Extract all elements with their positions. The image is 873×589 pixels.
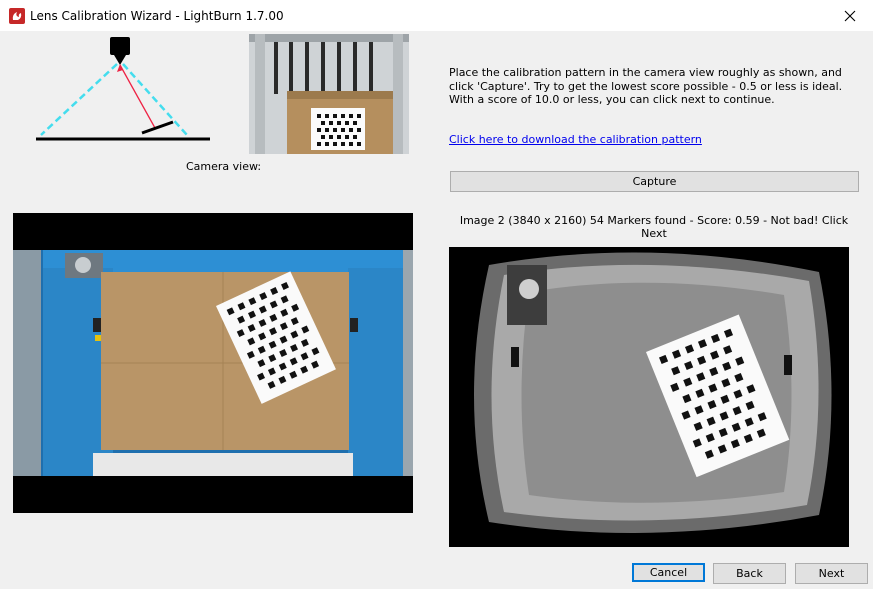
window-title: Lens Calibration Wizard - LightBurn 1.7.… bbox=[30, 9, 284, 23]
capture-button[interactable]: Capture bbox=[450, 171, 859, 192]
cancel-button[interactable]: Cancel bbox=[632, 563, 705, 582]
camera-view-label: Camera view: bbox=[186, 160, 262, 173]
sample-placement-photo bbox=[249, 34, 409, 154]
calibration-status: Image 2 (3840 x 2160) 54 Markers found -… bbox=[459, 214, 849, 240]
camera-icon bbox=[110, 37, 130, 55]
title-bar: Lens Calibration Wizard - LightBurn 1.7.… bbox=[0, 0, 873, 31]
calibration-diagram bbox=[36, 37, 210, 141]
captured-image-view bbox=[449, 247, 849, 547]
download-pattern-link[interactable]: Click here to download the calibration p… bbox=[449, 133, 702, 146]
captured-fisheye-image bbox=[449, 247, 849, 547]
lightburn-logo-icon bbox=[9, 8, 25, 24]
instructions-text: Place the calibration pattern in the cam… bbox=[449, 66, 843, 106]
camera-view bbox=[13, 213, 413, 513]
close-icon bbox=[844, 10, 856, 21]
next-button[interactable]: Next bbox=[795, 563, 868, 584]
close-button[interactable] bbox=[827, 0, 873, 31]
back-button[interactable]: Back bbox=[713, 563, 786, 584]
camera-feed-image bbox=[13, 213, 413, 513]
